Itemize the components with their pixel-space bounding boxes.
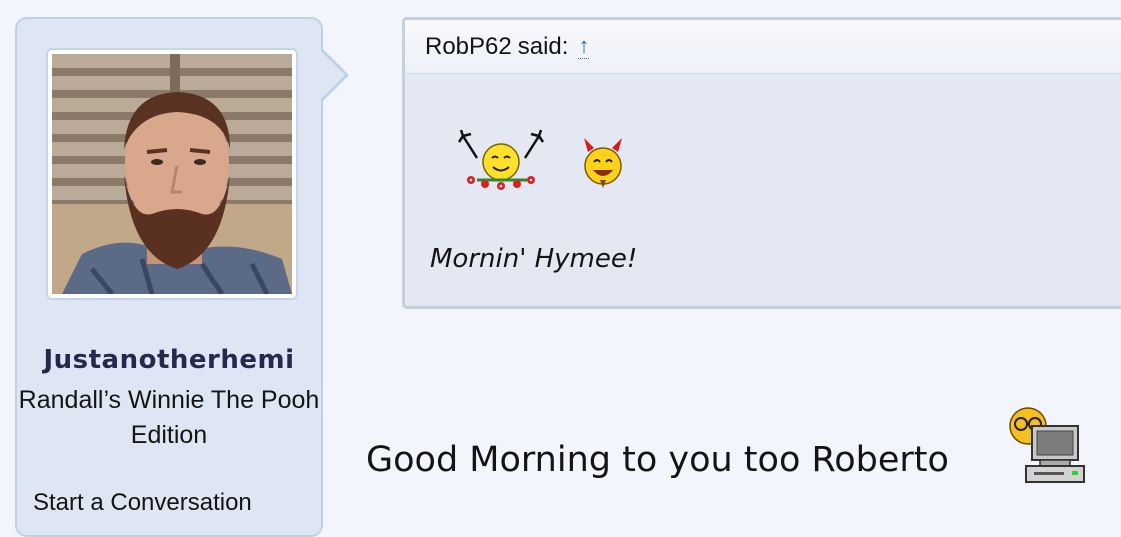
user-title: Randall’s Winnie The Pooh Edition xyxy=(18,386,320,449)
username-link[interactable]: Justanotherhemi xyxy=(17,345,321,375)
quote-said-label: said: xyxy=(517,32,569,60)
quote-smilies xyxy=(457,128,626,198)
quote-block: RobP62 said: ↑ Mornin' Hymee! xyxy=(402,17,1121,309)
quote-text: Mornin' Hymee! xyxy=(430,244,638,274)
avatar[interactable] xyxy=(46,48,298,300)
panel-arrow-fill xyxy=(321,51,345,99)
message-user-info: Justanotherhemi Randall’s Winnie The Poo… xyxy=(15,17,349,537)
post-body-text: Good Morning to you too Roberto xyxy=(366,440,949,480)
quote-author: RobP62 xyxy=(425,32,512,60)
jump-to-quote-arrow-icon[interactable]: ↑ xyxy=(578,34,590,59)
start-conversation-link[interactable]: Start a Conversation xyxy=(33,489,252,517)
quote-header: RobP62 said: ↑ xyxy=(405,20,1121,74)
computer-user-smiley-icon xyxy=(1009,407,1085,483)
avatar-photo xyxy=(52,54,292,294)
cheering-flowers-smiley-icon xyxy=(457,129,545,190)
devil-smiley-icon xyxy=(584,138,623,188)
